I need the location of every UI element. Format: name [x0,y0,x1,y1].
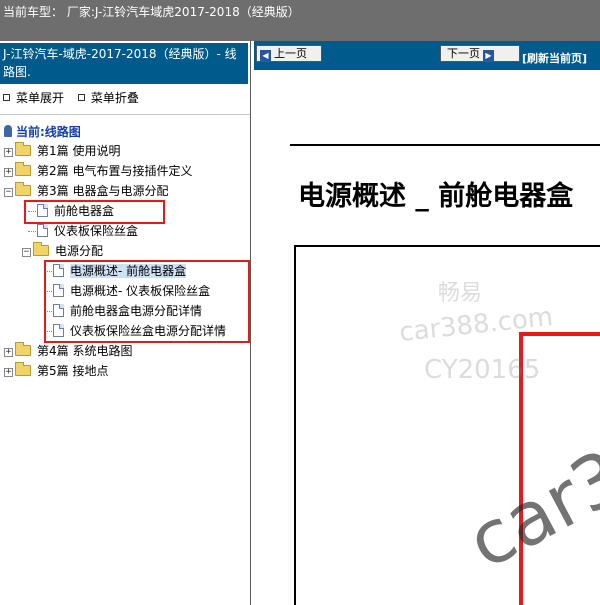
prev-page-label: 上一页 [274,47,307,60]
menu-expand-button[interactable]: 菜单展开 [3,89,64,106]
tree-subfolder-power-distribution[interactable]: − 电源分配 [22,242,103,261]
tree-label: 第5篇 接地点 [37,364,109,378]
menu-collapse-button[interactable]: 菜单折叠 [77,89,139,106]
expand-plus-icon[interactable]: + [4,168,13,177]
square-icon [3,94,10,101]
tree-label: 第1篇 使用说明 [37,144,121,158]
tree-label: 第2篇 电气布置与接插件定义 [37,164,193,178]
folder-open-icon [15,182,31,196]
document-view[interactable]: 电源概述 _ 前舱电器盒 畅易 car388.com CY20165 car38… [254,70,600,605]
folder-icon [15,142,31,156]
highlight-box-power-distribution [44,260,250,343]
prev-page-button[interactable]: ◀ 上一页 [256,45,322,62]
folder-icon [15,342,31,356]
tree-label: 第4篇 系统电路图 [37,344,133,358]
content-pane: ◀ 上一页 下一页 ▶ [刷新当前页] 电源概述 _ 前舱电器盒 畅易 car388… [254,41,600,605]
refresh-page-link[interactable]: [刷新当前页] [522,50,587,66]
divider [0,114,250,115]
title-bar: 当前车型： 厂家:J-江铃汽车域虎2017-2018（经典版） [0,0,600,41]
location-pin-icon [4,125,12,137]
next-page-label: 下一页 [447,47,480,60]
watermark-text: CY20165 [424,355,541,385]
menu-expand-label: 菜单展开 [16,91,65,105]
highlight-box-front-fuse-box [24,200,165,224]
tree-label: 第3篇 电器盒与电源分配 [37,184,169,198]
tree-label: 仪表板保险丝盒 [54,224,139,238]
tree-item-dash-fuse-box[interactable]: 仪表板保险丝盒 [28,222,138,241]
divider [290,144,600,146]
tree-label: 电源分配 [55,244,104,258]
sidebar: J-江铃汽车-域虎-2017-2018（经典版）- 线路图. 菜单展开 菜单折叠… [0,41,251,605]
current-label: 当前:线路图 [16,125,81,139]
tree-connector [28,231,36,232]
vehicle-title: 当前车型： 厂家:J-江铃汽车域虎2017-2018（经典版） [3,5,300,19]
collapse-minus-icon[interactable]: − [4,188,13,197]
document-icon [37,224,48,237]
next-page-button[interactable]: 下一页 ▶ [440,45,520,62]
document-title: 电源概述 _ 前舱电器盒 [298,181,574,212]
tree-chapter-3[interactable]: − 第3篇 电器盒与电源分配 [4,182,168,201]
tree-chapter-5[interactable]: + 第5篇 接地点 [4,362,108,381]
folder-open-icon [33,242,49,256]
folder-icon [15,162,31,176]
watermark-text: 畅易 [438,281,483,306]
tree-chapter-2[interactable]: + 第2篇 电气布置与接插件定义 [4,162,192,181]
expand-plus-icon[interactable]: + [4,348,13,357]
collapse-minus-icon[interactable]: − [22,248,31,257]
tree-chapter-4[interactable]: + 第4篇 系统电路图 [4,342,132,361]
page-nav-bar: ◀ 上一页 下一页 ▶ [刷新当前页] [254,41,600,70]
menu-collapse-label: 菜单折叠 [90,91,139,105]
expand-plus-icon[interactable]: + [4,368,13,377]
arrow-left-icon: ◀ [260,50,271,61]
expand-plus-icon[interactable]: + [4,148,13,157]
menu-controls: 菜单展开 菜单折叠 [3,89,149,106]
folder-icon [15,362,31,376]
current-location: 当前:线路图 [4,123,81,140]
tree-chapter-1[interactable]: + 第1篇 使用说明 [4,142,120,161]
square-icon [77,94,85,101]
arrow-right-icon: ▶ [483,50,494,61]
sidebar-header: J-江铃汽车-域虎-2017-2018（经典版）- 线路图. [0,43,248,84]
